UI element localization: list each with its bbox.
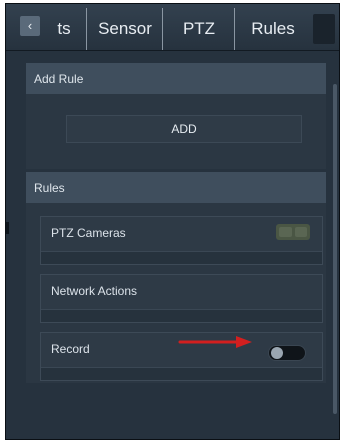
tab-label: ts [57, 19, 71, 38]
rules-header: Rules [26, 172, 326, 203]
add-rule-button[interactable]: ADD [66, 115, 302, 143]
scrollbar[interactable] [333, 84, 337, 414]
section-title: Add Rule [34, 71, 84, 86]
ptz-cameras-toggle[interactable] [276, 224, 310, 240]
chevron-left-icon: ‹ [27, 18, 33, 33]
switch-knob [271, 347, 283, 359]
rule-detail [41, 367, 322, 380]
tab-label: PTZ [182, 19, 216, 38]
content-area: Add Rule ADD Rules PTZ Cameras Network A… [26, 60, 332, 439]
add-rule-header: Add Rule [26, 63, 326, 94]
red-arrow-annotation [178, 336, 252, 348]
rule-ptz-cameras[interactable]: PTZ Cameras [40, 216, 323, 265]
rule-detail [41, 309, 322, 322]
tab-sensor[interactable]: Sensor [86, 8, 163, 50]
tab-rules[interactable]: Rules [234, 8, 311, 50]
back-button[interactable]: ‹ [20, 16, 40, 36]
side-handle [6, 222, 9, 234]
rule-label: Network Actions [51, 284, 138, 298]
rule-detail [41, 251, 322, 264]
rule-label: Record [51, 342, 90, 356]
rules-panel: ‹ ts Sensor PTZ Rules Add Rule ADD Rules [5, 3, 340, 440]
tab-bar: ‹ ts Sensor PTZ Rules [6, 4, 339, 51]
button-label: ADD [171, 122, 197, 136]
tab-label: Sensor [98, 19, 152, 38]
rule-label: PTZ Cameras [51, 226, 126, 240]
section-title: Rules [34, 180, 65, 195]
record-toggle-switch[interactable] [268, 345, 306, 361]
rule-network-actions[interactable]: Network Actions [40, 274, 323, 323]
tab-overflow[interactable] [313, 14, 335, 44]
tab-events[interactable]: ts [44, 8, 84, 50]
tab-label: Rules [251, 19, 295, 38]
tab-ptz[interactable]: PTZ [162, 8, 235, 50]
